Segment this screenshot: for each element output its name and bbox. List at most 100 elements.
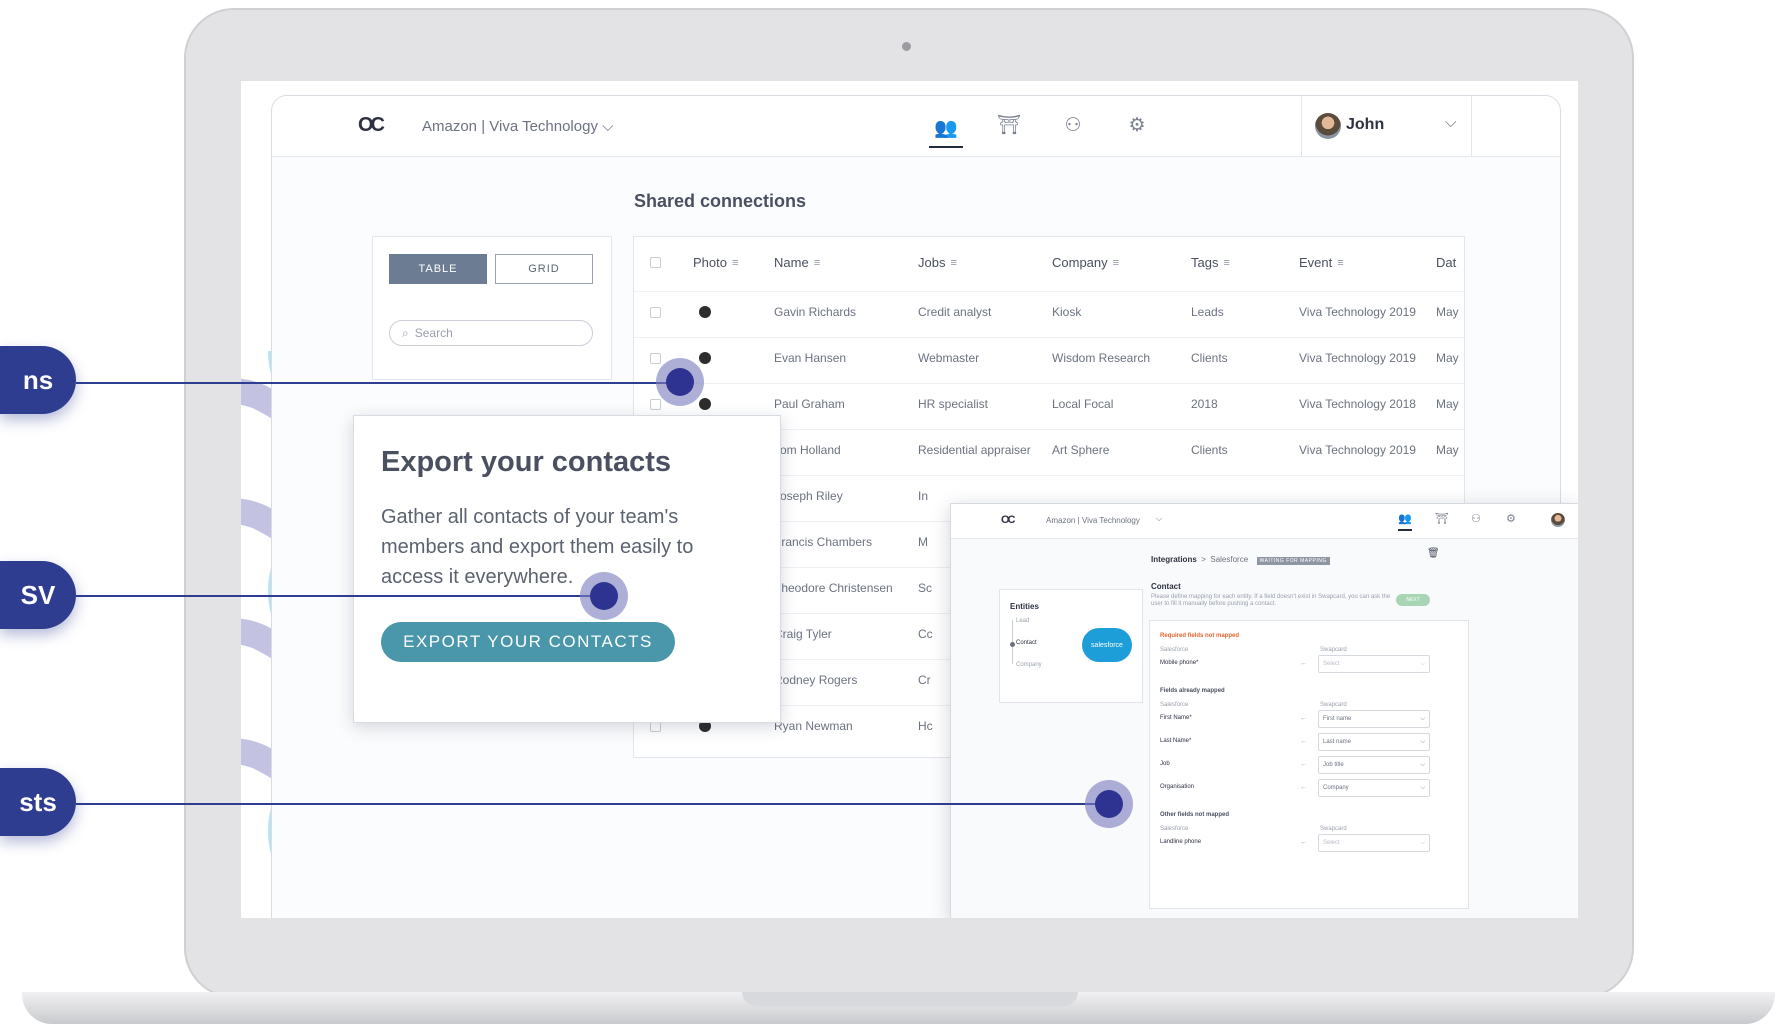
cell-company: Kiosk	[1052, 305, 1082, 319]
column-label-swapcard: Swapcard	[1320, 702, 1347, 708]
cell-event: Viva Technology 2019	[1299, 443, 1416, 457]
cell-name: Paul Graham	[774, 397, 845, 411]
nav-settings-icon[interactable]: ⚙	[1506, 512, 1516, 525]
swapcard-field-select[interactable]: Select ⌵	[1318, 834, 1430, 852]
nav-settings-icon[interactable]: ⚙	[1120, 110, 1154, 140]
integrations-top-bar: OC Amazon | Viva Technology ⌵ 👥 ⛩ ⚇ ⚙	[951, 504, 1578, 539]
column-header-date[interactable]: Dat	[1436, 255, 1456, 270]
cell-company: Art Sphere	[1052, 443, 1110, 457]
chevron-down-icon: ⌵	[1420, 839, 1425, 846]
arrow-left-icon: ←	[1300, 761, 1307, 768]
swapcard-field-select[interactable]: First name ⌵	[1318, 710, 1430, 728]
breadcrumb-separator: >	[1201, 555, 1206, 564]
search-input[interactable]: ⌕ Search	[389, 320, 593, 346]
cell-job: Credit analyst	[918, 305, 992, 319]
user-menu-chevron-icon[interactable]: ⌵	[1445, 114, 1456, 131]
row-checkbox[interactable]	[650, 399, 661, 410]
app-logo: OC	[1001, 514, 1015, 526]
callout-line	[76, 382, 680, 384]
column-label-salesforce: Salesforce	[1160, 826, 1189, 832]
select-value: Select	[1323, 840, 1340, 846]
camera-icon	[902, 42, 911, 51]
mapping-panel: Required fields not mapped Salesforce Swap…	[1149, 620, 1469, 909]
chevron-down-icon: ⌵	[1420, 738, 1425, 745]
section-title: Contact	[1151, 582, 1181, 591]
nav-booth-icon[interactable]: ⛩	[992, 110, 1026, 140]
nav-team-icon[interactable]: ⚇	[1471, 512, 1481, 525]
swapcard-field-select[interactable]: Select ⌵	[1318, 655, 1430, 673]
filter-icon: ≡	[1112, 256, 1120, 269]
group-title: Other fields not mapped	[1160, 812, 1230, 818]
callout-dot	[656, 358, 704, 406]
cell-date: May	[1436, 443, 1459, 457]
chevron-down-icon: ⌵	[602, 118, 614, 135]
column-header-tags[interactable]: Tags ≡	[1191, 255, 1230, 270]
breadcrumb-leaf: Salesforce	[1210, 555, 1249, 564]
select-all-checkbox[interactable]	[650, 257, 661, 268]
nav-team-icon[interactable]: ⚇	[1056, 110, 1090, 140]
app-logo[interactable]: OC	[358, 114, 385, 137]
laptop-notch	[742, 992, 1078, 1006]
user-name[interactable]: John	[1346, 116, 1384, 134]
entity-company[interactable]: Company	[1016, 662, 1042, 668]
cell-name: Craig Tyler	[774, 627, 832, 641]
swapcard-field-select[interactable]: Last name ⌵	[1318, 733, 1430, 751]
table-view-button[interactable]: TABLE	[389, 254, 487, 284]
arrow-left-icon: ←	[1300, 660, 1307, 667]
column-label-salesforce: Salesforce	[1160, 647, 1189, 653]
column-header-event[interactable]: Event ≡	[1299, 255, 1344, 270]
integrations-window: OC Amazon | Viva Technology ⌵ 👥 ⛩ ⚇ ⚙ In…	[950, 503, 1578, 918]
table-row[interactable]: Evan Hansen Webmaster Wisdom Research Clien…	[634, 337, 1464, 378]
salesforce-field: Job	[1160, 761, 1170, 767]
column-header-company[interactable]: Company ≡	[1052, 255, 1119, 270]
user-avatar[interactable]	[1315, 113, 1341, 139]
entity-contact[interactable]: Contact	[1016, 640, 1037, 646]
chevron-down-icon: ⌵	[1156, 514, 1163, 523]
search-placeholder: Search	[414, 326, 453, 340]
user-avatar[interactable]	[1551, 513, 1565, 527]
contact-photo	[699, 352, 711, 364]
card-description: Gather all contacts of your team's membe…	[381, 506, 694, 588]
group-title: Required fields not mapped	[1160, 633, 1240, 639]
swapcard-field-select[interactable]: Job title ⌵	[1318, 756, 1430, 774]
column-header-photo[interactable]: Photo ≡	[693, 255, 738, 270]
row-checkbox[interactable]	[650, 353, 661, 364]
nav-booth-icon[interactable]: ⛩	[1435, 512, 1449, 525]
nav-connections-icon[interactable]: 👥	[929, 110, 963, 148]
cell-name: Francis Chambers	[774, 535, 873, 549]
callout-badge: SV	[0, 561, 76, 629]
row-checkbox[interactable]	[650, 307, 661, 318]
callout-dot	[1085, 780, 1133, 828]
trash-icon[interactable]: 🗑	[1427, 548, 1440, 559]
select-value: Last name	[1323, 739, 1352, 745]
next-button[interactable]: NEXT	[1396, 594, 1430, 606]
top-bar: OC Amazon | Viva Technology ⌵ 👥 ⛩ ⚇ ⚙ Jo…	[272, 96, 1560, 157]
workspace-selector[interactable]: Amazon | Viva Technology	[1046, 516, 1140, 525]
export-contacts-button[interactable]: EXPORT YOUR CONTACTS	[381, 622, 675, 662]
cell-tags: 2018	[1191, 397, 1218, 411]
grid-view-button[interactable]: GRID	[495, 254, 593, 284]
entities-card: Entities Lead Contact Company salesforce	[999, 589, 1143, 703]
cell-company: Local Focal	[1052, 397, 1114, 411]
entity-lead[interactable]: Lead	[1016, 618, 1029, 624]
callout-line	[76, 803, 1110, 805]
salesforce-field: Landline phone	[1160, 839, 1202, 845]
table-row[interactable]: Gavin Richards Credit analyst Kiosk Leads Vi…	[634, 291, 1464, 332]
breadcrumb-root[interactable]: Integrations	[1151, 555, 1197, 564]
cell-name: Gavin Richards	[774, 305, 857, 319]
salesforce-field: Mobile phone*	[1160, 660, 1199, 666]
workspace-selector[interactable]: Amazon | Viva Technology ⌵	[422, 118, 614, 135]
cell-date: May	[1436, 305, 1459, 319]
nav-connections-icon[interactable]: 👥	[1398, 512, 1412, 531]
filter-icon: ≡	[813, 256, 821, 269]
workspace-name: Amazon | Viva Technology	[422, 118, 598, 135]
swapcard-field-select[interactable]: Company ⌵	[1318, 779, 1430, 797]
arrow-left-icon: ←	[1300, 839, 1307, 846]
divider	[1301, 96, 1302, 156]
column-header-jobs[interactable]: Jobs ≡	[918, 255, 957, 270]
cell-tags: Leads	[1191, 305, 1224, 319]
salesforce-field: First Name*	[1160, 715, 1192, 721]
cell-job: Sc	[918, 581, 933, 595]
arrow-left-icon: ←	[1300, 738, 1307, 745]
column-header-name[interactable]: Name ≡	[774, 255, 820, 270]
